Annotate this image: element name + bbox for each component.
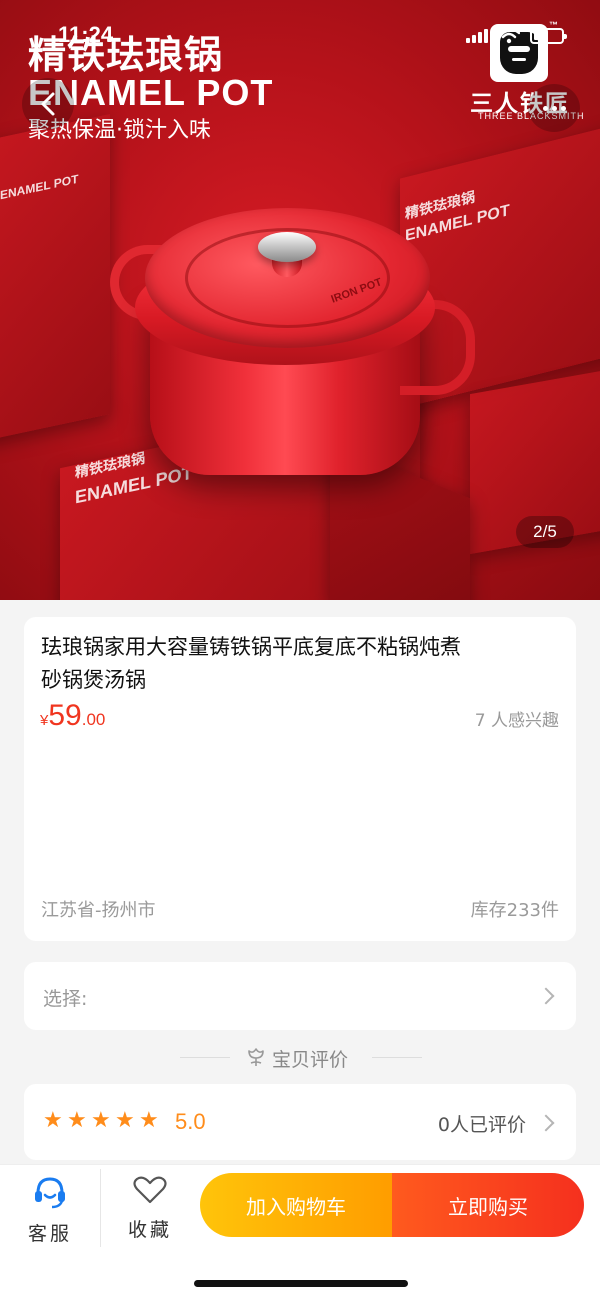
more-button[interactable] — [528, 84, 580, 132]
package-box-left — [0, 114, 110, 446]
favorite-button[interactable]: 收藏 — [110, 1175, 190, 1242]
price-decimal: .00 — [81, 710, 106, 729]
review-section-header: 宝贝评价 — [0, 1043, 600, 1073]
bottom-divider — [100, 1169, 101, 1247]
buy-now-button[interactable]: 立即购买 — [392, 1173, 584, 1237]
review-summary-card[interactable]: ★ ★ ★ ★ ★ 5.0 0人已评价 — [24, 1084, 576, 1160]
star-icon: ★ — [67, 1108, 87, 1133]
product-price: ¥59.00 — [40, 699, 105, 733]
customer-service-button[interactable]: 客服 — [10, 1175, 90, 1246]
more-dots-icon — [542, 105, 566, 111]
select-label: 选择: — [43, 988, 88, 1010]
review-count: 0人已评价 — [437, 1114, 526, 1136]
star-icon: ★ — [91, 1108, 111, 1133]
review-section-title: 宝贝评价 — [272, 1049, 349, 1071]
wifi-icon — [498, 28, 520, 44]
customer-service-label: 客服 — [27, 1223, 72, 1245]
price-integer: 59 — [48, 699, 82, 732]
battery-icon — [530, 28, 567, 44]
status-icons — [466, 28, 567, 44]
flower-icon — [248, 1048, 264, 1066]
headset-icon — [35, 1177, 65, 1209]
favorite-label: 收藏 — [127, 1219, 172, 1241]
rating-score: 5.0 — [175, 1109, 206, 1134]
carousel-page-indicator: 2/5 — [516, 516, 574, 548]
rating-stars: ★ ★ ★ ★ ★ — [43, 1108, 159, 1133]
heart-icon — [133, 1176, 167, 1204]
star-icon: ★ — [43, 1108, 63, 1133]
stock-count: 库存233件 — [470, 900, 559, 921]
home-indicator[interactable] — [194, 1280, 408, 1287]
lid-knob — [258, 232, 316, 262]
product-title: 珐琅锅家用大容量铸铁锅平底复底不粘锅炖煮砂锅煲汤锅 — [41, 635, 461, 692]
divider-right — [372, 1057, 422, 1058]
chevron-right-icon — [537, 987, 555, 1005]
star-icon: ★ — [115, 1108, 135, 1133]
chevron-left-icon — [41, 92, 55, 116]
signal-icon — [466, 29, 488, 43]
divider-left — [180, 1057, 230, 1058]
product-info-card: 珐琅锅家用大容量铸铁锅平底复底不粘锅炖煮砂锅煲汤锅 ¥59.00 7 人感兴趣 … — [24, 617, 576, 941]
status-time: 11:24 — [58, 22, 114, 47]
seller-location: 江苏省-扬州市 — [41, 900, 156, 921]
spec-select-row[interactable]: 选择: — [24, 962, 576, 1030]
star-icon: ★ — [139, 1108, 159, 1133]
add-to-cart-button[interactable]: 加入购物车 — [200, 1173, 392, 1237]
interest-count: 7 人感兴趣 — [474, 711, 559, 731]
bottom-action-bar: 客服 收藏 加入购物车 立即购买 — [0, 1164, 600, 1299]
back-button[interactable] — [22, 78, 74, 130]
chevron-right-icon — [537, 1114, 555, 1132]
product-image-carousel[interactable]: 精铁珐琅锅 ENAMEL POT 精铁珐琅锅 ENAMEL POT ENAMEL… — [0, 0, 600, 600]
